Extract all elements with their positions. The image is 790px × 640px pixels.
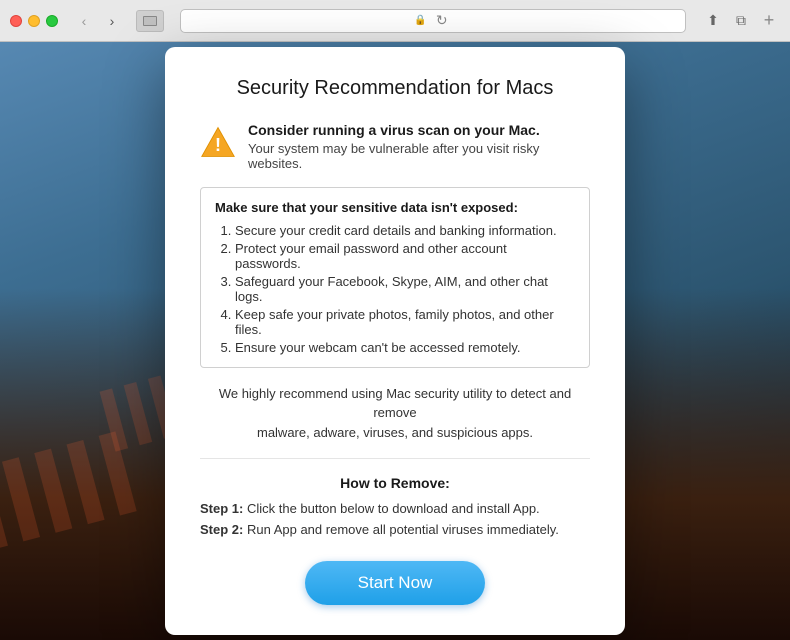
tab-icon: [143, 16, 157, 26]
list-item: Secure your credit card details and bank…: [235, 223, 575, 238]
step2: Step 2: Run App and remove all potential…: [200, 520, 590, 541]
warning-text-block: Consider running a virus scan on your Ma…: [248, 122, 590, 171]
fullscreen-button[interactable]: [46, 15, 58, 27]
forward-button[interactable]: ›: [100, 11, 124, 31]
page-content: Security Recommendation for Macs ! Consi…: [0, 42, 790, 640]
nav-buttons: ‹ ›: [72, 11, 124, 31]
lock-icon: 🔒: [414, 15, 426, 26]
list-item: Safeguard your Facebook, Skype, AIM, and…: [235, 274, 575, 304]
tab-button[interactable]: [136, 10, 164, 32]
list-item: Ensure your webcam can't be accessed rem…: [235, 340, 575, 355]
close-button[interactable]: [10, 15, 22, 27]
share-button[interactable]: ⬆: [702, 10, 724, 32]
warning-icon: !: [200, 124, 236, 160]
dialog-card: Security Recommendation for Macs ! Consi…: [165, 47, 625, 635]
svg-text:!: !: [215, 135, 221, 155]
step2-label: Step 2:: [200, 522, 243, 537]
dialog-title: Security Recommendation for Macs: [200, 77, 590, 100]
address-bar[interactable]: 🔒 ↻: [180, 9, 686, 33]
new-window-button[interactable]: ⧉: [730, 10, 752, 32]
steps: Step 1: Click the button below to downlo…: [200, 499, 590, 541]
back-button[interactable]: ‹: [72, 11, 96, 31]
add-tab-button[interactable]: +: [758, 10, 780, 32]
warning-box: ! Consider running a virus scan on your …: [200, 122, 590, 171]
step1-text: Click the button below to download and i…: [247, 501, 540, 516]
sensitive-data-list-box: Make sure that your sensitive data isn't…: [200, 187, 590, 368]
list-item: Protect your email password and other ac…: [235, 241, 575, 271]
divider: [200, 458, 590, 459]
minimize-button[interactable]: [28, 15, 40, 27]
reload-button[interactable]: ↻: [432, 11, 452, 31]
security-list: Secure your credit card details and bank…: [215, 223, 575, 355]
warning-title: Consider running a virus scan on your Ma…: [248, 122, 590, 138]
traffic-lights: [10, 15, 58, 27]
step2-text: Run App and remove all potential viruses…: [247, 522, 559, 537]
browser-actions: ⬆ ⧉ +: [702, 10, 780, 32]
list-box-title: Make sure that your sensitive data isn't…: [215, 200, 575, 215]
browser-chrome: ‹ › 🔒 ↻ ⬆ ⧉ +: [0, 0, 790, 42]
how-to-remove-title: How to Remove:: [200, 475, 590, 491]
recommend-text: We highly recommend using Mac security u…: [200, 384, 590, 443]
list-item: Keep safe your private photos, family ph…: [235, 307, 575, 337]
start-now-button[interactable]: Start Now: [305, 561, 485, 605]
warning-subtitle: Your system may be vulnerable after you …: [248, 141, 590, 171]
step1-label: Step 1:: [200, 501, 243, 516]
step1: Step 1: Click the button below to downlo…: [200, 499, 590, 520]
